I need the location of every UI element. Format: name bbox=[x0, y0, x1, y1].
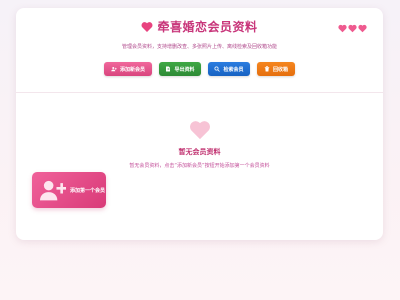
empty-state-title: 暂无会员资料 bbox=[178, 148, 221, 156]
user-plus-icon bbox=[111, 67, 117, 72]
recycle-bin-button[interactable]: 回收箱 bbox=[257, 62, 295, 76]
export-icon bbox=[166, 66, 171, 72]
search-label: 检索会员 bbox=[223, 66, 244, 73]
title-row: 牵喜婚恋会员资料 bbox=[16, 18, 383, 35]
page-header: 牵喜婚恋会员资料 管理会员资料，支持增删改查、多张照片上传、离线检索及回收箱功能 bbox=[16, 18, 383, 50]
main-card: 牵喜婚恋会员资料 管理会员资料，支持增删改查、多张照片上传、离线检索及回收箱功能… bbox=[16, 8, 383, 240]
add-first-member-button[interactable]: 添加第一个会员 bbox=[32, 172, 106, 208]
search-icon bbox=[214, 66, 221, 72]
user-plus-icon bbox=[40, 180, 66, 201]
add-first-member-label: 添加第一个会员 bbox=[70, 187, 106, 194]
heart-icon bbox=[142, 21, 153, 32]
add-member-label: 添加新会员 bbox=[119, 66, 145, 73]
empty-state-description: 暂无会员资料，点击“添加新会员”按钮开始添加第一个会员资料 bbox=[129, 163, 270, 169]
add-member-button[interactable]: 添加新会员 bbox=[104, 62, 152, 76]
page-subtitle: 管理会员资料，支持增删改查、多张照片上传、离线检索及回收箱功能 bbox=[121, 44, 277, 50]
export-button[interactable]: 导出资料 bbox=[159, 62, 201, 76]
search-button[interactable]: 检索会员 bbox=[208, 62, 250, 76]
heart-icon bbox=[189, 121, 210, 140]
page-title: 牵喜婚恋会员资料 bbox=[157, 20, 258, 34]
export-label: 导出资料 bbox=[174, 66, 195, 73]
divider bbox=[16, 92, 383, 93]
toolbar: 添加新会员 导出资料 检索会员 回收箱 bbox=[16, 62, 383, 76]
empty-state: 暂无会员资料 暂无会员资料，点击“添加新会员”按钮开始添加第一个会员资料 bbox=[16, 120, 383, 169]
trash-icon bbox=[264, 66, 270, 72]
recycle-bin-label: 回收箱 bbox=[272, 66, 288, 73]
